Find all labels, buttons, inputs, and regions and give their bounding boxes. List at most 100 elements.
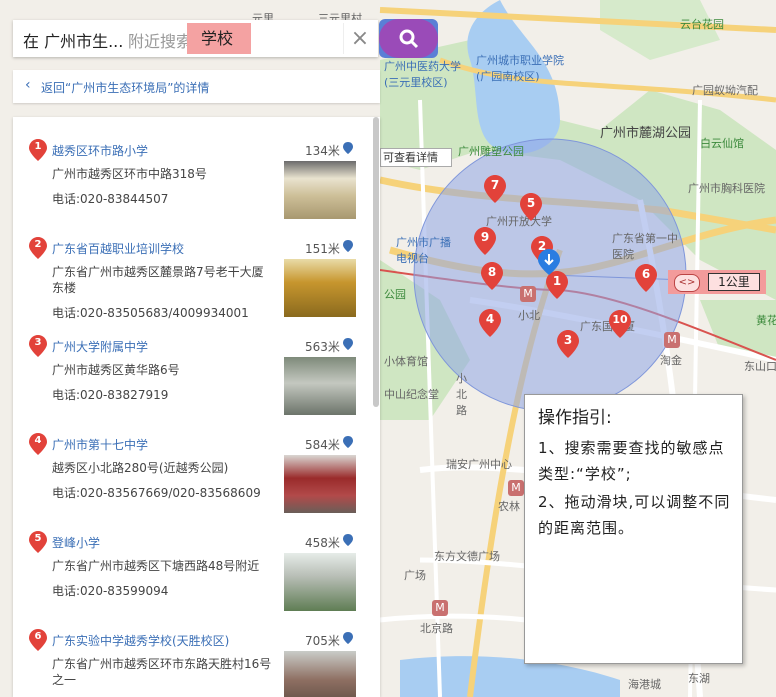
result-pin-icon: 1 (29, 139, 47, 161)
result-name[interactable]: 广州市第十七中学 (52, 436, 148, 453)
result-address: 越秀区小北路280号(近越秀公园) (52, 461, 229, 475)
map-marker-10[interactable]: 10 (609, 310, 631, 338)
map-label: 白云仙馆 (700, 137, 744, 150)
result-address: 广州市越秀区黄华路6号 (52, 363, 180, 377)
guide-title: 操作指引: (538, 408, 612, 428)
map-label: 小北路 (456, 372, 467, 417)
result-pin-icon: 2 (29, 237, 47, 259)
distance-slider[interactable]: <> 1公里 (668, 270, 766, 294)
map-label: 小体育馆 (384, 355, 428, 368)
map-marker-9[interactable]: 9 (474, 227, 496, 255)
map-label: 广州中医药大学(三元里校区) (384, 60, 461, 89)
result-item[interactable]: 5 登峰小学 458米 广东省广州市越秀区下塘西路48号附近 电话:020-83… (13, 509, 380, 611)
result-address: 广州市越秀区环市中路318号 (52, 167, 207, 181)
result-distance: 584米 (305, 438, 340, 452)
metro-icon: M (432, 600, 448, 616)
result-item[interactable]: 3 广州大学附属中学 563米 广州市越秀区黄华路6号 电话:020-83827… (13, 313, 380, 415)
result-distance: 705米 (305, 634, 340, 648)
result-distance: 151米 (305, 242, 340, 256)
map-marker-6[interactable]: 6 (635, 264, 657, 292)
result-phone: 电话:020-83827919 (52, 388, 169, 402)
map-label: 广园蚁坳汽配 (692, 84, 758, 97)
map-label: 广东省第一中医院 (612, 232, 678, 261)
result-thumbnail[interactable] (284, 259, 356, 317)
result-address: 广东省广州市越秀区环市东路天胜村16号之一 (52, 657, 272, 687)
result-name[interactable]: 越秀区环市路小学 (52, 142, 148, 159)
map-label: 广州雕塑公园 (458, 145, 524, 158)
result-name[interactable]: 广州大学附属中学 (52, 338, 148, 355)
metro-icon: M (664, 332, 680, 348)
result-address: 广东省广州市越秀区下塘西路48号附近 (52, 559, 260, 573)
map-label: 黄花 (756, 314, 776, 327)
result-thumbnail[interactable] (284, 553, 356, 611)
result-thumbnail[interactable] (284, 357, 356, 415)
result-name[interactable]: 登峰小学 (52, 534, 100, 551)
map-label: 中山纪念堂 (384, 388, 439, 401)
slider-handle[interactable]: <> (674, 274, 700, 292)
map-label: 广州市胸科医院 (688, 182, 765, 195)
result-distance: 458米 (305, 536, 340, 550)
result-thumbnail[interactable] (284, 651, 356, 697)
result-pin-icon: 5 (29, 531, 47, 553)
search-icon (399, 29, 419, 49)
chevron-left-icon: ‹ (25, 77, 31, 93)
map-marker-7[interactable]: 7 (484, 175, 506, 203)
map-label: 广场 (404, 569, 426, 582)
result-thumbnail[interactable] (284, 161, 356, 219)
result-phone: 电话:020-83844507 (52, 192, 169, 206)
guide-box: 操作指引: 1、搜索需要查找的敏感点类型:“学校”; 2、拖动滑块,可以调整不同… (524, 394, 743, 664)
map-label: 北京路 (420, 622, 453, 635)
result-distance: 563米 (305, 340, 340, 354)
location-icon (343, 338, 353, 350)
close-icon[interactable]: × (343, 23, 376, 54)
result-address: 广东省广州市越秀区麓景路7号老干大厦东楼 (52, 265, 264, 295)
map-label: 海港城 (628, 678, 661, 691)
results-scrollbar[interactable] (373, 117, 379, 407)
location-icon (343, 436, 353, 448)
result-pin-icon: 3 (29, 335, 47, 357)
location-icon (343, 142, 353, 154)
map-marker-4[interactable]: 4 (479, 309, 501, 337)
search-input[interactable]: 学校 (187, 23, 251, 54)
result-phone: 电话:020-83567669/020-83568609 (52, 486, 261, 500)
map-marker-3[interactable]: 3 (557, 330, 579, 358)
result-distance: 134米 (305, 144, 340, 158)
map-label: 小北 (518, 309, 540, 322)
map-label: 广州市广播电视台 (396, 236, 451, 265)
result-name[interactable]: 广东省百越职业培训学校 (52, 240, 184, 257)
map-label: 广州城市职业学院(广园南校区) (476, 54, 564, 83)
map-marker-8[interactable]: 8 (481, 262, 503, 290)
map-marker-5[interactable]: 5 (520, 193, 542, 221)
back-link[interactable]: ‹ 返回“广州市生态环境局”的详情 (13, 70, 380, 103)
map-label: 东湖 (688, 672, 710, 685)
back-link-text: 返回“广州市生态环境局”的详情 (41, 81, 210, 95)
search-scope[interactable]: 在 广州市生... (23, 28, 123, 52)
search-bar: 在 广州市生... 附近搜索 学校 × (13, 20, 378, 57)
results-panel: 1 越秀区环市路小学 134米 广州市越秀区环市中路318号 电话:020-83… (13, 117, 380, 697)
location-icon (343, 534, 353, 546)
map-label: 淘金 (660, 354, 682, 367)
result-name[interactable]: 广东实验中学越秀学校(天胜校区) (52, 632, 229, 649)
result-pin-icon: 4 (29, 433, 47, 455)
result-item[interactable]: 4 广州市第十七中学 584米 越秀区小北路280号(近越秀公园) 电话:020… (13, 411, 380, 513)
result-item[interactable]: 1 越秀区环市路小学 134米 广州市越秀区环市中路318号 电话:020-83… (13, 117, 380, 219)
location-icon (343, 632, 353, 644)
map-label: 东山口 (744, 360, 776, 373)
slider-label: 1公里 (708, 273, 760, 291)
map-marker-1[interactable]: 1 (546, 271, 568, 299)
map-label: 瑞安广州中心 (446, 458, 512, 471)
metro-icon: M (520, 286, 536, 302)
map-label: 云台花园 (680, 18, 724, 31)
result-thumbnail[interactable] (284, 455, 356, 513)
map-tooltip: 可查看详情 (380, 148, 452, 167)
guide-step-1: 1、搜索需要查找的敏感点类型:“学校”; (538, 439, 725, 483)
result-phone: 电话:020-83599094 (52, 584, 169, 598)
map-label: 东方文德广场 (434, 550, 500, 563)
guide-step-2: 2、拖动滑块,可以调整不同的距离范围。 (538, 493, 731, 537)
result-item[interactable]: 6 广东实验中学越秀学校(天胜校区) 705米 广东省广州市越秀区环市东路天胜村… (13, 607, 380, 697)
result-pin-icon: 6 (29, 629, 47, 651)
map-label: 公园 (384, 288, 406, 301)
metro-icon: M (508, 480, 524, 496)
search-button[interactable] (379, 19, 438, 58)
result-item[interactable]: 2 广东省百越职业培训学校 151米 广东省广州市越秀区麓景路7号老干大厦东楼 … (13, 215, 380, 320)
